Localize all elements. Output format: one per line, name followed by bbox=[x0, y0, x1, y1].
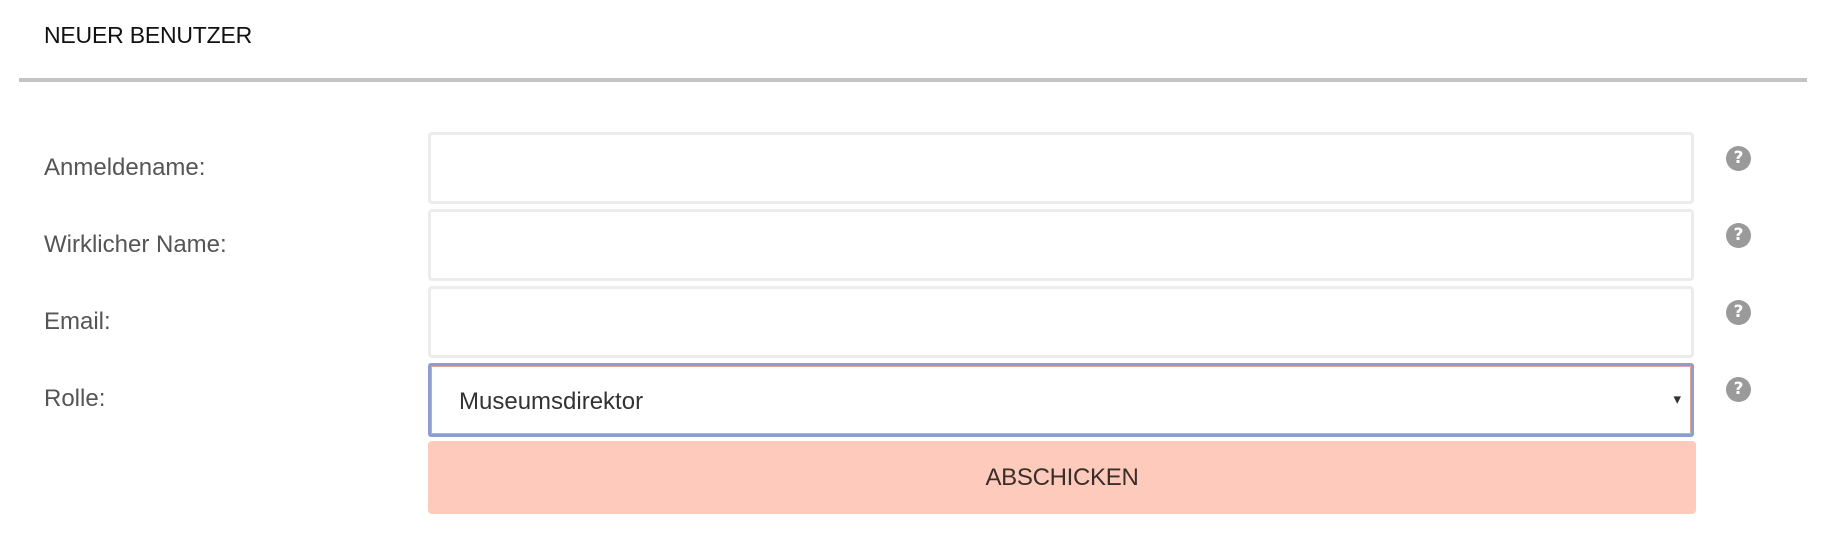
help-icon[interactable]: ? bbox=[1726, 223, 1751, 248]
login-name-label: Anmeldename: bbox=[44, 154, 206, 181]
help-icon[interactable]: ? bbox=[1726, 146, 1751, 171]
email-input[interactable] bbox=[428, 286, 1694, 358]
submit-button[interactable]: ABSCHICKEN bbox=[428, 441, 1696, 514]
role-select-value: Museumsdirektor bbox=[459, 388, 644, 415]
real-name-input[interactable] bbox=[428, 209, 1694, 281]
help-icon[interactable]: ? bbox=[1726, 300, 1751, 325]
form-row-email: Email: ? bbox=[0, 286, 1821, 360]
role-label: Rolle: bbox=[44, 385, 106, 412]
panel-header: NEUER BENUTZER bbox=[19, 0, 1807, 82]
help-icon[interactable]: ? bbox=[1726, 377, 1751, 402]
form-row-real-name: Wirklicher Name: ? bbox=[0, 209, 1821, 283]
caret-down-icon: ▾ bbox=[1673, 391, 1681, 408]
login-name-input[interactable] bbox=[428, 132, 1694, 204]
real-name-label: Wirklicher Name: bbox=[44, 231, 227, 258]
page-title: NEUER BENUTZER bbox=[44, 22, 253, 48]
role-select[interactable]: Museumsdirektor ▾ bbox=[428, 363, 1694, 437]
new-user-panel: NEUER BENUTZER Anmeldename: ? Wirklicher… bbox=[0, 0, 1821, 533]
email-label: Email: bbox=[44, 308, 111, 335]
form-row-login-name: Anmeldename: ? bbox=[0, 132, 1821, 206]
form-row-role: Rolle: Museumsdirektor ▾ ? bbox=[0, 363, 1821, 437]
